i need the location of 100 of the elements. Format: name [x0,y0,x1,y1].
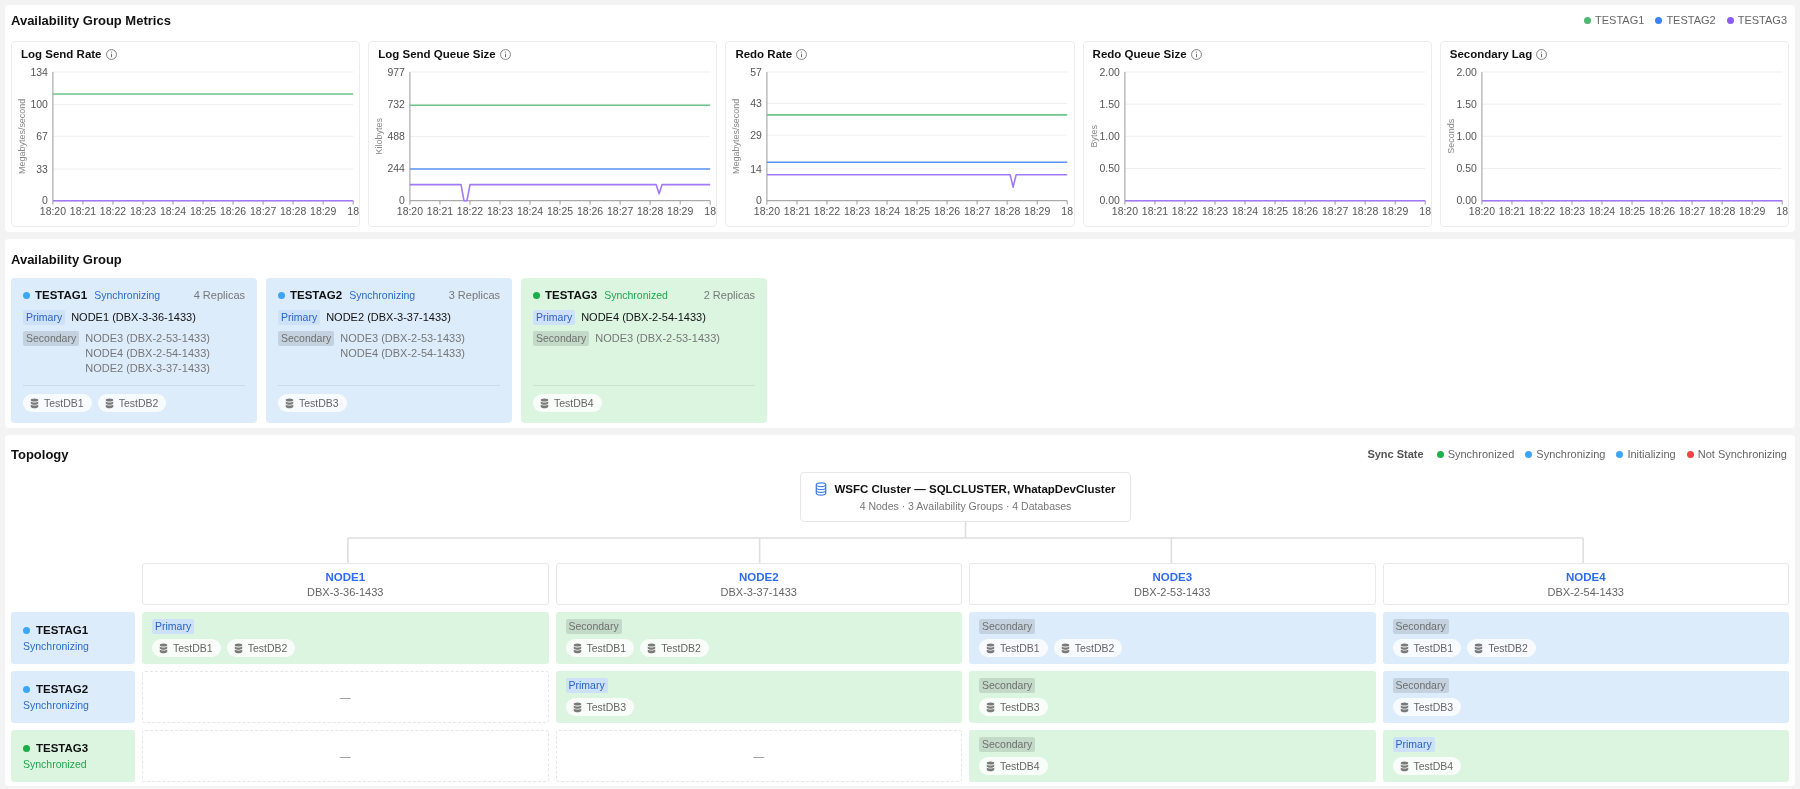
y-tick-label: 1.00 [1099,131,1120,142]
role-tag: Secondary [979,678,1036,693]
axis-title: Kilobytes [374,118,385,155]
x-tick-label: 18:29 [1024,205,1051,217]
database-name: TestDB1 [173,642,213,654]
database-name: TestDB1 [1000,642,1040,654]
role-tag: Primary [278,310,321,325]
role-tag: Primary [1392,737,1435,752]
x-tick-label: 18 [1418,205,1431,217]
node-name: NODE4 [1565,570,1606,583]
chart-title: Log Send Queue Size [378,48,496,60]
x-tick-label: 18:21 [1498,205,1525,217]
y-tick-label: 29 [750,129,763,141]
node-name: NODE3 (DBX-2-53-1433) [340,331,465,346]
database-icon [159,642,168,654]
section-title: Topology [11,446,69,462]
role-tag: Primary [23,310,66,325]
database-name: TestDB3 [1413,701,1454,713]
section-title: Availability Group [11,251,122,267]
x-tick-label: 18:25 [1261,205,1288,217]
x-tick-label: 18:28 [994,205,1021,217]
x-tick-label: 18:29 [667,205,694,217]
x-tick-label: 18:25 [1618,205,1645,217]
axis-title: Seconds [1445,118,1456,154]
y-tick-label: 732 [387,98,406,110]
sync-status: Synchronized [23,758,88,770]
info-icon[interactable] [105,48,117,60]
x-tick-label: 18:23 [129,205,157,217]
section-title: Availability Group Metrics [11,12,171,28]
y-tick-label: 0.00 [1456,195,1477,207]
x-tick-label: 18:27 [1678,205,1705,217]
database-icon [647,642,657,654]
x-tick-label: 18:23 [844,205,871,217]
info-icon[interactable] [796,48,808,60]
x-tick-label: 18 [1776,205,1788,217]
y-tick-label: 43 [750,98,763,110]
database-icon [986,701,995,713]
legend-label: Initializing [1627,448,1676,460]
replica-count: 4 Replicas [193,289,245,301]
axis-title: Bytes [1088,125,1099,148]
x-tick-label: 18:20 [397,205,424,217]
node-host: DBX-3-37-1433 [720,585,797,598]
y-tick-label: 977 [387,66,406,78]
x-tick-label: 18:27 [964,205,991,217]
database-icon [572,642,582,654]
y-tick-label: 0.50 [1099,163,1120,175]
replica-count: 2 Replicas [703,289,755,301]
empty-dash: — [753,750,765,762]
role-tag: Secondary [1392,678,1449,693]
x-tick-label: 18:20 [1111,205,1138,217]
x-tick-label: 18:22 [457,205,484,217]
database-icon [285,397,294,409]
x-tick-label: 18 [1061,205,1074,217]
group-name: TESTAG1 [36,624,89,636]
cluster-title: WSFC Cluster — SQLCLUSTER, WhatapDevCluster [834,483,1116,495]
y-tick-label: 33 [36,163,48,175]
info-icon[interactable] [499,48,511,60]
x-tick-label: 18:28 [1351,205,1378,217]
legend-label: TESTAG3 [1737,14,1787,26]
x-tick-label: 18:20 [39,205,66,217]
database-icon [815,482,828,496]
group-name: TESTAG2 [290,289,343,301]
node-host: DBX-3-36-1433 [307,585,384,598]
x-tick-label: 18:29 [1381,205,1408,217]
database-icon [233,642,243,654]
chart-title: Redo Queue Size [1092,48,1187,60]
x-tick-label: 18:24 [874,205,901,217]
database-name: TestDB3 [586,701,627,713]
x-tick-label: 18:26 [934,205,961,217]
y-tick-label: 100 [30,99,48,111]
x-tick-label: 18:24 [1231,205,1258,217]
x-tick-label: 18:25 [189,205,217,217]
chart-title: Log Send Rate [21,48,102,60]
database-name: TestDB2 [1488,642,1528,654]
y-tick-label: 0 [42,195,48,207]
sync-status: Synchronized [604,289,668,301]
x-tick-label: 18 [347,205,359,217]
x-tick-label: 18:26 [577,205,604,217]
info-icon[interactable] [1536,48,1548,60]
x-tick-label: 18:23 [487,205,514,217]
node-name: NODE2 [738,570,779,583]
x-tick-label: 18:20 [1468,205,1495,217]
node-name: NODE2 (DBX-3-37-1433) [326,310,451,325]
database-icon [30,397,39,409]
database-name: TestDB2 [247,642,288,654]
database-icon [1474,642,1484,654]
y-tick-label: 2.00 [1456,66,1477,78]
y-tick-label: 14 [750,163,763,175]
info-icon[interactable] [1190,48,1202,60]
database-icon [104,397,114,409]
legend-label: TESTAG2 [1666,14,1716,26]
y-tick-label: 488 [387,131,406,143]
node-name: NODE3 [1152,570,1193,583]
x-tick-label: 18:20 [754,205,781,217]
sync-status: Synchronizing [94,289,161,301]
database-icon [986,760,995,772]
role-tag: Secondary [23,331,80,346]
node-name: NODE3 (DBX-2-53-1433) [595,331,720,346]
x-tick-label: 18:22 [814,205,841,217]
x-tick-label: 18:28 [637,205,664,217]
